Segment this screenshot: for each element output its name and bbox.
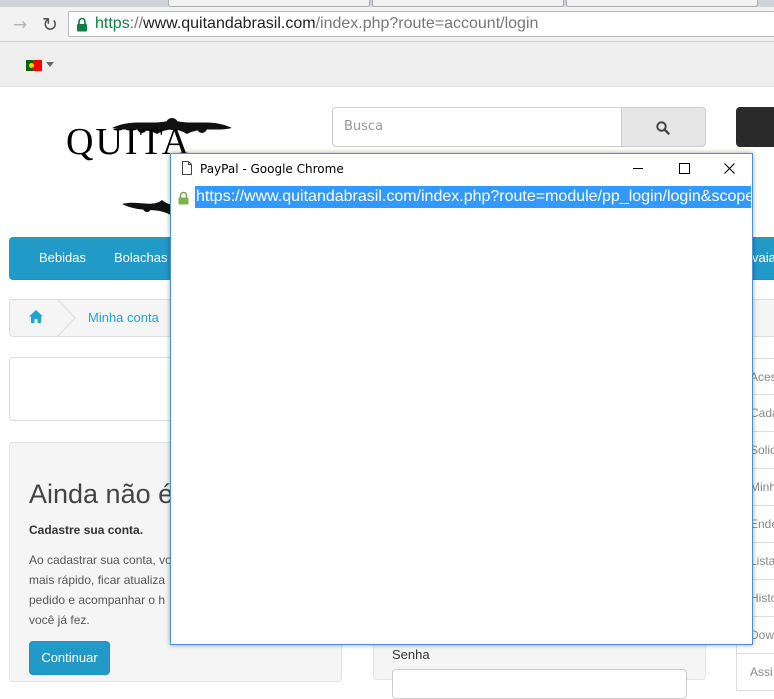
- search-button[interactable]: [621, 107, 706, 147]
- popup-title: PayPal - Google Chrome: [200, 162, 344, 176]
- maximize-button[interactable]: [661, 154, 707, 184]
- popup-url-text: https://www.quitandabrasil.com/index.php…: [196, 188, 751, 205]
- flag-emblem: [29, 63, 34, 68]
- popup-content-area: [171, 212, 752, 644]
- lock-icon: [178, 191, 189, 205]
- flag-stripe: [33, 60, 42, 71]
- address-text: https://www.quitandabrasil.com/index.php…: [95, 15, 539, 32]
- address-bar[interactable]: https://www.quitandabrasil.com/index.php…: [68, 11, 774, 37]
- forward-icon[interactable]: →: [8, 15, 32, 35]
- chevron-down-icon[interactable]: [46, 62, 54, 67]
- new-customer-text: Ao cadastrar sua conta, vo: [29, 553, 172, 567]
- search-placeholder: Busca: [344, 119, 384, 134]
- continue-button[interactable]: Continuar: [29, 641, 110, 675]
- paypal-popup-window[interactable]: PayPal - Google Chrome https://www.quita…: [170, 153, 753, 645]
- page-icon: [182, 161, 192, 175]
- popup-address-bar[interactable]: https://www.quitandabrasil.com/index.php…: [171, 184, 752, 212]
- close-icon: [724, 163, 735, 174]
- site-top-bar: [0, 42, 774, 87]
- menu-item-vaia[interactable]: vaia: [752, 237, 774, 279]
- password-field[interactable]: [392, 669, 687, 699]
- minimize-icon: [633, 168, 643, 169]
- close-button[interactable]: [706, 154, 752, 184]
- search-input[interactable]: Busca: [332, 107, 622, 147]
- new-customer-text: mais rápido, ficar atualiza: [29, 573, 166, 587]
- pt-flag-icon[interactable]: [26, 60, 42, 71]
- browser-tab[interactable]: [566, 0, 758, 7]
- new-customer-subtitle: Cadastre sua conta.: [29, 523, 144, 537]
- popup-titlebar[interactable]: PayPal - Google Chrome: [171, 154, 752, 184]
- password-label: Senha: [392, 647, 430, 662]
- browser-toolbar: → ↻ https://www.quitandabrasil.com/index…: [0, 7, 774, 42]
- new-customer-text: você já fez.: [29, 613, 90, 627]
- new-customer-title: Ainda não é: [29, 479, 174, 509]
- breadcrumb-item-account[interactable]: Minha conta: [88, 300, 159, 336]
- search-icon: [656, 121, 670, 135]
- new-customer-text: pedido e acompanhar o h: [29, 593, 166, 607]
- browser-tab[interactable]: [168, 0, 370, 7]
- minimize-button[interactable]: [615, 154, 661, 184]
- home-icon[interactable]: [28, 309, 44, 324]
- cart-button[interactable]: [736, 107, 774, 147]
- reload-icon[interactable]: ↻: [38, 14, 62, 36]
- maximize-icon: [679, 163, 690, 174]
- tab-strip: [0, 0, 774, 7]
- browser-tab[interactable]: [372, 0, 564, 7]
- menu-item-bolachas[interactable]: Bolachas: [114, 237, 167, 279]
- popup-url-selection[interactable]: https://www.quitandabrasil.com/index.php…: [195, 186, 751, 208]
- lock-icon: [77, 17, 87, 32]
- breadcrumb-separator: [56, 299, 76, 337]
- menu-item-bebidas[interactable]: Bebidas: [39, 237, 86, 279]
